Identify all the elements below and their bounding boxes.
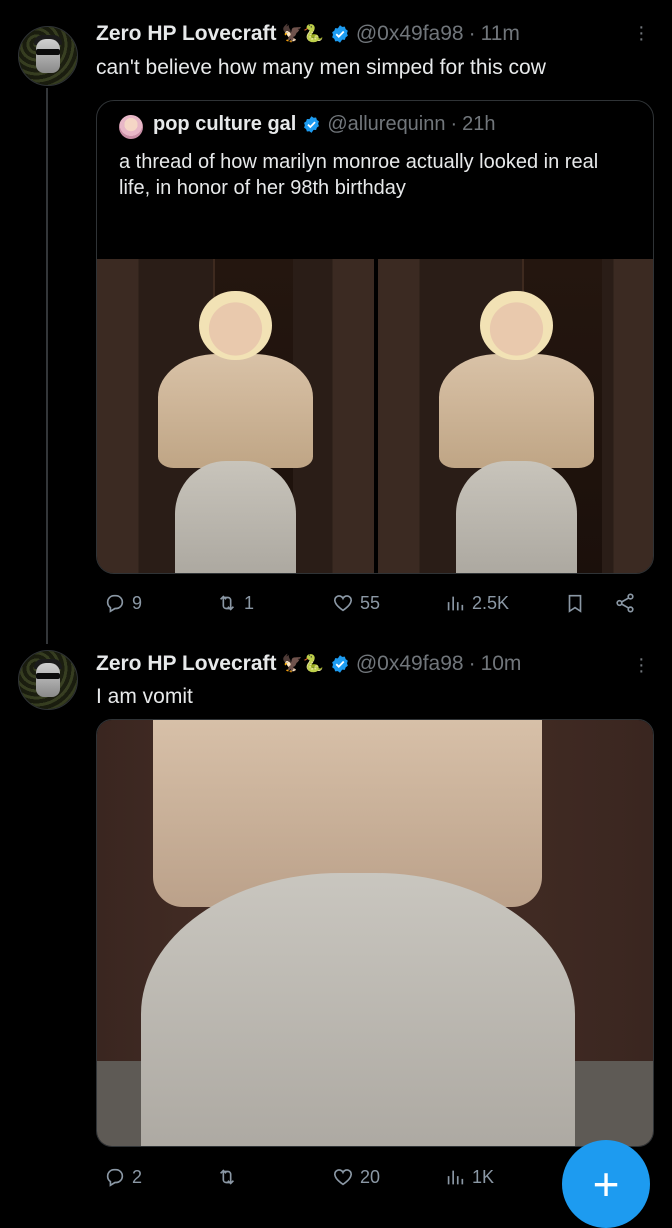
- heart-icon: [333, 595, 353, 612]
- verified-badge-icon: [332, 655, 348, 673]
- quoted-author-name[interactable]: pop culture gal: [153, 113, 296, 136]
- quoted-tweet-header: pop culture gal @allurequinn · 21h: [153, 113, 496, 136]
- quoted-photo-2[interactable]: [378, 259, 653, 573]
- quoted-photo-1[interactable]: [97, 259, 374, 573]
- separator-dot: ·: [450, 113, 458, 135]
- author-avatar[interactable]: [18, 26, 78, 86]
- share-icon: [616, 593, 634, 613]
- more-options-icon[interactable]: · · ·: [638, 17, 645, 49]
- reply-count: 2: [132, 1166, 143, 1187]
- verified-badge-icon: [304, 116, 320, 133]
- reply-icon: [106, 1168, 124, 1187]
- quoted-author-handle[interactable]: @allurequinn: [327, 113, 445, 136]
- separator-dot: ·: [468, 652, 476, 675]
- quoted-timestamp[interactable]: 21h: [462, 113, 495, 136]
- timestamp[interactable]: 11m: [481, 22, 520, 46]
- tweet-photo[interactable]: [96, 719, 654, 1147]
- quoted-tweet[interactable]: pop culture gal @allurequinn · 21h a thr…: [96, 100, 654, 574]
- author-handle[interactable]: @0x49fa98: [356, 652, 464, 676]
- like-count: 55: [360, 592, 381, 613]
- views-chart-icon: [447, 596, 464, 611]
- quoted-author-avatar[interactable]: [119, 115, 143, 139]
- views-count: 2.5K: [472, 592, 510, 613]
- name-emojis: 🦅🐍: [281, 654, 324, 673]
- author-name[interactable]: Zero HP Lovecraft: [96, 652, 277, 676]
- verified-badge-icon: [332, 25, 348, 43]
- bookmark-button[interactable]: [564, 592, 586, 614]
- views-chart-icon: [447, 1170, 464, 1185]
- repost-count: 1: [244, 592, 255, 613]
- timestamp[interactable]: 10m: [481, 652, 522, 676]
- thread-connector-line: [46, 88, 48, 644]
- repost-icon: [219, 1169, 235, 1185]
- name-emojis: 🦅🐍: [281, 24, 324, 43]
- reply-button[interactable]: 9: [104, 592, 142, 614]
- author-handle[interactable]: @0x49fa98: [356, 22, 464, 46]
- more-options-icon[interactable]: · · ·: [638, 649, 645, 681]
- like-button[interactable]: 55: [332, 592, 380, 614]
- views-button[interactable]: 2.5K: [444, 592, 509, 614]
- tweet-header: Zero HP Lovecraft 🦅🐍 @0x49fa98 · 10m: [96, 652, 521, 676]
- reply-icon: [106, 594, 124, 613]
- repost-icon: [219, 595, 235, 611]
- repost-button[interactable]: [216, 1166, 244, 1188]
- heart-icon: [333, 1169, 353, 1186]
- share-button[interactable]: [614, 592, 636, 614]
- author-name[interactable]: Zero HP Lovecraft: [96, 22, 277, 46]
- reply-count: 9: [132, 592, 143, 613]
- reply-button[interactable]: 2: [104, 1166, 142, 1188]
- compose-post-button[interactable]: +: [562, 1140, 650, 1228]
- like-button[interactable]: 20: [332, 1166, 380, 1188]
- like-count: 20: [360, 1166, 381, 1187]
- repost-button[interactable]: 1: [216, 592, 254, 614]
- tweet-text: I am vomit: [96, 685, 193, 708]
- tweet-header: Zero HP Lovecraft 🦅🐍 @0x49fa98 · 11m: [96, 22, 520, 46]
- tweet-text: can't believe how many men simped for th…: [96, 56, 546, 79]
- views-count: 1K: [472, 1166, 495, 1187]
- separator-dot: ·: [468, 22, 476, 45]
- views-button[interactable]: 1K: [444, 1166, 494, 1188]
- author-avatar[interactable]: [18, 650, 78, 710]
- quoted-tweet-text: a thread of how marilyn monroe actually …: [119, 151, 599, 199]
- bookmark-icon: [568, 594, 582, 613]
